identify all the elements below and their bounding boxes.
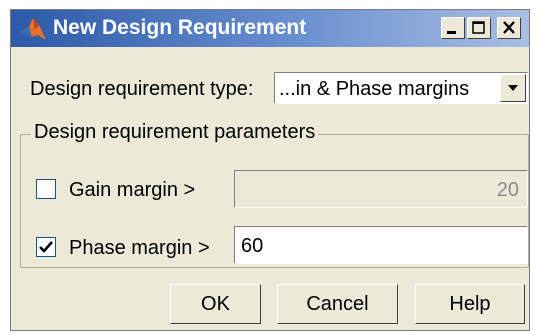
phase-margin-label[interactable]: Phase margin > bbox=[69, 237, 210, 260]
gain-margin-value: 20 bbox=[496, 179, 519, 201]
ok-button[interactable]: OK bbox=[170, 284, 261, 324]
requirement-type-value: ...in & Phase margins bbox=[279, 78, 470, 100]
cancel-button[interactable]: Cancel bbox=[277, 284, 398, 324]
phase-margin-field[interactable]: 60 bbox=[234, 226, 528, 264]
gain-margin-checkbox[interactable] bbox=[36, 179, 56, 199]
chevron-down-icon bbox=[508, 85, 518, 91]
checkmark-icon bbox=[39, 241, 53, 253]
window-title: New Design Requirement bbox=[53, 16, 307, 39]
requirement-type-dropdown[interactable]: ...in & Phase margins bbox=[274, 72, 528, 104]
phase-margin-checkbox[interactable] bbox=[36, 237, 56, 257]
gain-margin-field: 20 bbox=[234, 170, 528, 208]
dialog-window: New Design Requirement Design requiremen… bbox=[10, 9, 530, 331]
help-button[interactable]: Help bbox=[415, 284, 525, 324]
close-button[interactable] bbox=[497, 17, 521, 39]
parameters-group-title: Design requirement parameters bbox=[31, 121, 319, 144]
title-bar[interactable]: New Design Requirement bbox=[11, 10, 529, 47]
close-icon bbox=[503, 21, 515, 34]
maximize-button[interactable] bbox=[467, 17, 491, 39]
phase-margin-value: 60 bbox=[241, 235, 264, 257]
dropdown-arrow-button[interactable] bbox=[500, 74, 526, 102]
gain-margin-label[interactable]: Gain margin > bbox=[69, 179, 195, 202]
maximize-icon bbox=[472, 21, 485, 34]
minimize-button[interactable] bbox=[441, 17, 465, 39]
matlab-logo-icon bbox=[19, 16, 47, 42]
requirement-type-label: Design requirement type: bbox=[30, 78, 254, 100]
minimize-icon bbox=[447, 31, 456, 34]
